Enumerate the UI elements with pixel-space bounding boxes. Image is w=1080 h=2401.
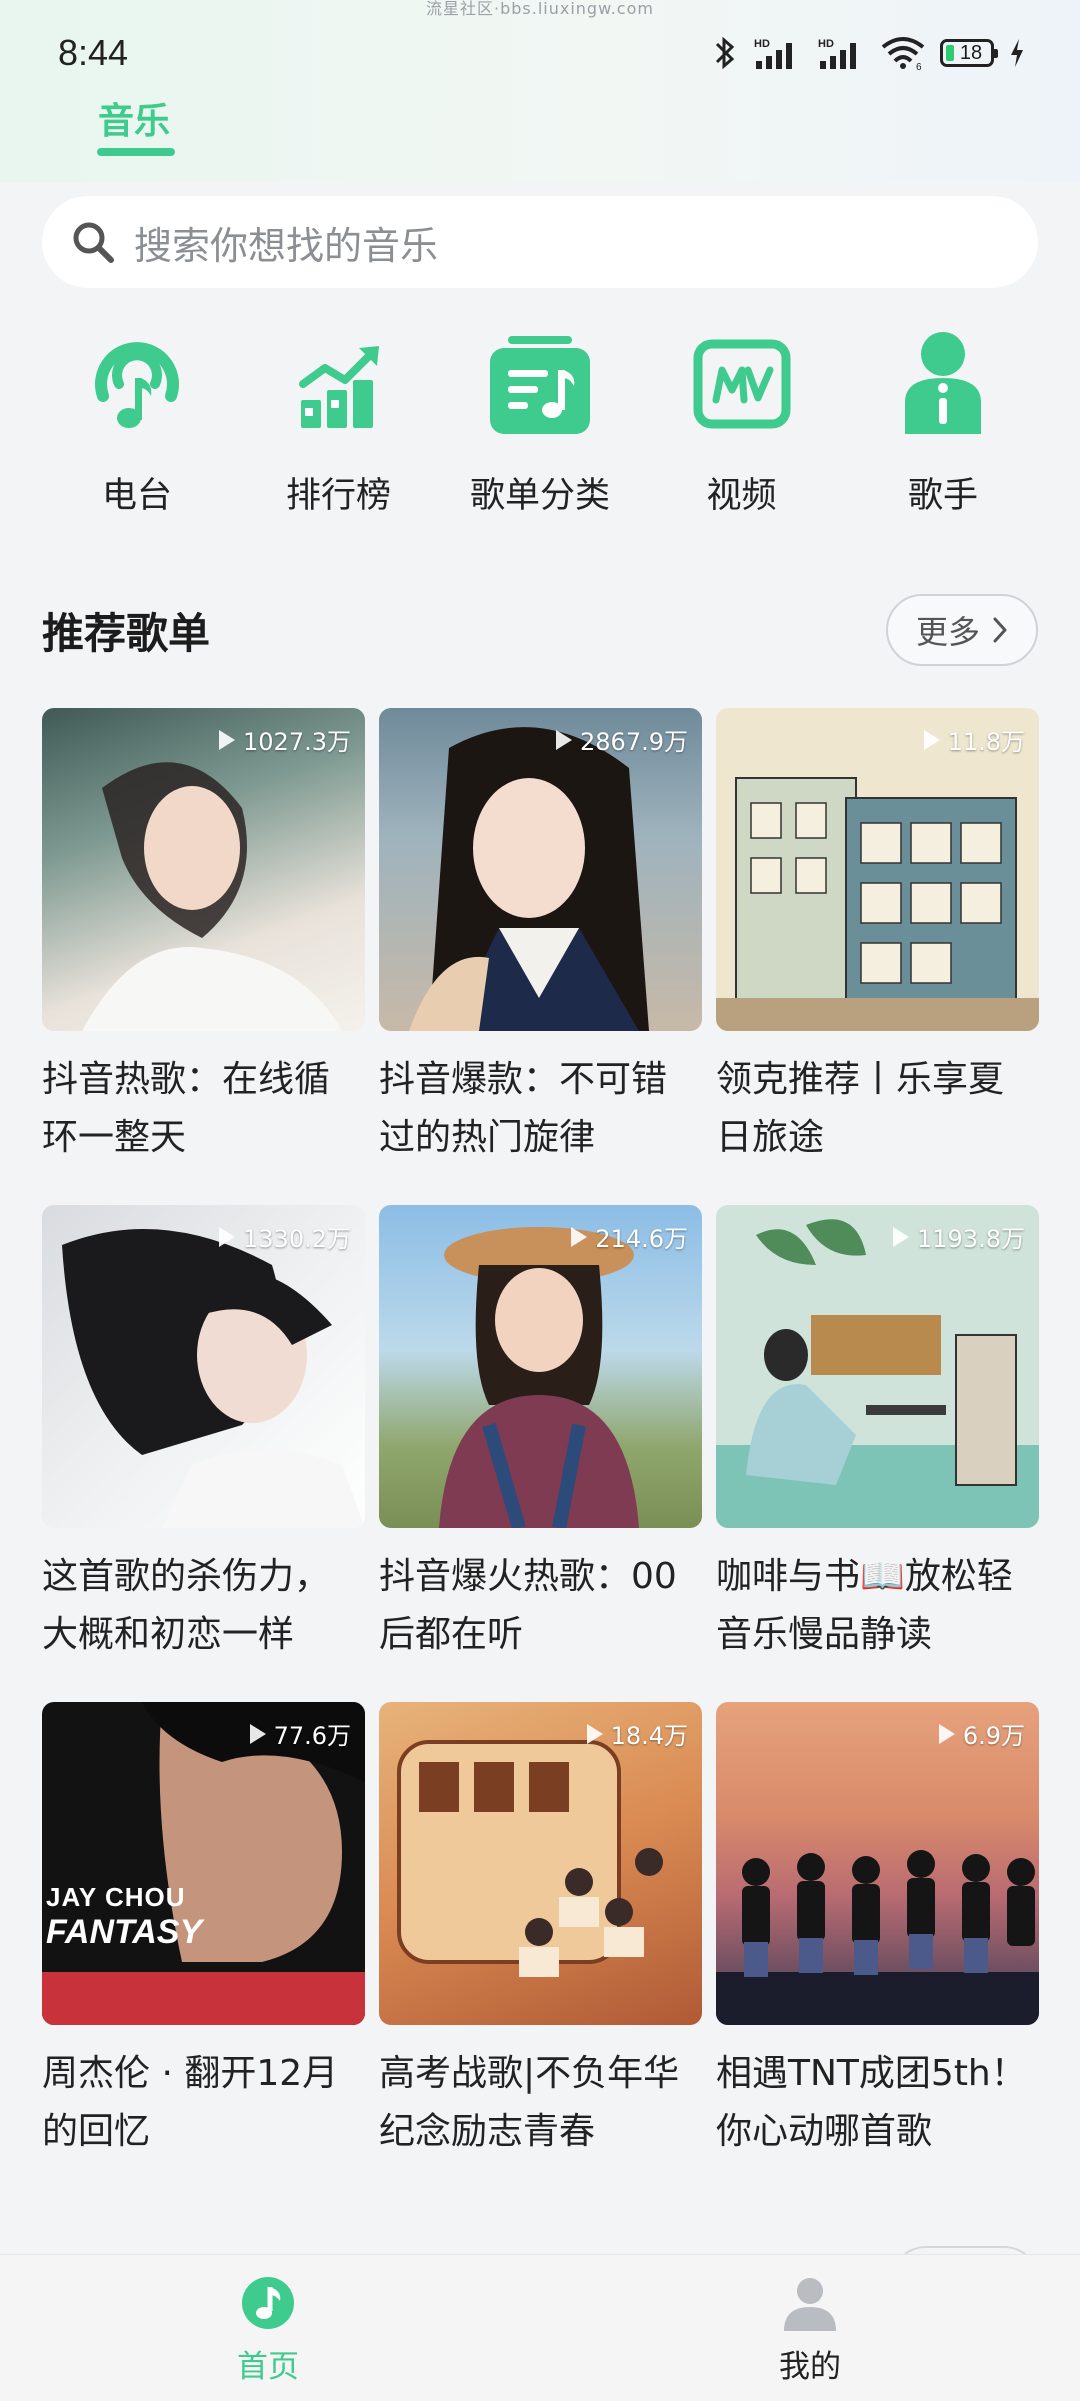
playlist-card[interactable]: 2867.9万 抖音爆款：不可错过的热门旋律 bbox=[379, 708, 702, 1167]
play-count: 2867.9万 bbox=[556, 722, 688, 757]
tab-indicator bbox=[97, 148, 175, 156]
playlist-cover: 1330.2万 bbox=[42, 1205, 365, 1528]
playlist-title: 抖音爆火热歌：00后都在听 bbox=[379, 1556, 677, 1655]
play-count: 1193.8万 bbox=[893, 1219, 1025, 1254]
nav-mine[interactable]: 我的 bbox=[710, 2275, 910, 2386]
chart-icon bbox=[283, 328, 395, 439]
category-radio[interactable]: 电台 bbox=[42, 318, 232, 518]
play-icon bbox=[219, 729, 236, 750]
playlist-card[interactable]: 1193.8万 咖啡与书📖放松轻音乐慢品静读 bbox=[716, 1205, 1039, 1664]
nav-label: 我的 bbox=[779, 2349, 841, 2385]
battery-icon: 18 bbox=[940, 39, 998, 67]
category-video[interactable]: 视频 bbox=[647, 318, 837, 518]
play-count: 11.8万 bbox=[923, 722, 1025, 757]
playlist-cover: 11.8万 bbox=[716, 708, 1039, 1031]
cover-album: FANTASY bbox=[46, 1913, 203, 1951]
playlist-card[interactable]: 1027.3万 抖音热歌：在线循环一整天 bbox=[42, 708, 365, 1167]
category-row: 电台 排行榜 歌单分类 视频 歌手 bbox=[42, 318, 1038, 518]
playlist-title: 咖啡与书📖放松轻音乐慢品静读 bbox=[716, 1556, 1013, 1655]
charging-icon bbox=[1011, 39, 1023, 67]
more-label: 更多 bbox=[915, 613, 980, 651]
singer-icon bbox=[887, 328, 999, 439]
playlist-card[interactable]: JAY CHOU FANTASY 77.6万 周杰伦 · 翻开12月的回忆 bbox=[42, 1702, 365, 2161]
tab-music[interactable]: 音乐 bbox=[98, 92, 170, 144]
radio-icon bbox=[81, 328, 193, 439]
playlist-cover: 1027.3万 bbox=[42, 708, 365, 1031]
playlist-cover: 6.9万 bbox=[716, 1702, 1039, 2025]
nav-home[interactable]: 首页 bbox=[168, 2275, 368, 2386]
battery-level: 18 bbox=[959, 41, 983, 64]
playlist-icon bbox=[484, 328, 596, 439]
play-count: 1027.3万 bbox=[219, 722, 351, 757]
play-icon bbox=[571, 1226, 588, 1247]
play-count: 6.9万 bbox=[938, 1716, 1025, 1751]
playlist-card[interactable]: 18.4万 高考战歌|不负年华纪念励志青春 bbox=[379, 1702, 702, 2161]
playlist-card[interactable]: 6.9万 相遇TNT成团5th！你心动哪首歌 bbox=[716, 1702, 1039, 2161]
nav-label: 首页 bbox=[237, 2349, 299, 2385]
more-button[interactable]: 更多 bbox=[886, 594, 1038, 666]
category-label: 排行榜 bbox=[285, 476, 391, 516]
play-icon bbox=[249, 1723, 266, 1744]
status-time: 8:44 bbox=[58, 32, 129, 73]
play-icon bbox=[923, 729, 940, 750]
status-icons: HD HD 6 18 bbox=[712, 30, 1026, 76]
svg-text:HD: HD bbox=[818, 38, 834, 50]
category-label: 歌单分类 bbox=[469, 476, 610, 516]
play-count: 214.6万 bbox=[571, 1219, 688, 1254]
category-singer[interactable]: 歌手 bbox=[848, 318, 1038, 518]
category-label: 电台 bbox=[101, 476, 172, 516]
svg-text:6: 6 bbox=[916, 62, 922, 71]
chevron-right-icon bbox=[993, 617, 1007, 643]
play-count: 77.6万 bbox=[249, 1716, 351, 1751]
playlist-card[interactable]: 214.6万 抖音爆火热歌：00后都在听 bbox=[379, 1205, 702, 1664]
search-input[interactable]: 搜索你想找的音乐 bbox=[42, 196, 1038, 288]
search-placeholder: 搜索你想找的音乐 bbox=[134, 223, 439, 268]
category-playlist[interactable]: 歌单分类 bbox=[445, 318, 635, 518]
bottom-nav: 首页 我的 bbox=[0, 2254, 1080, 2401]
section-title: 推荐歌单 bbox=[42, 609, 211, 658]
playlist-title: 高考战歌|不负年华纪念励志青春 bbox=[379, 2053, 680, 2152]
playlist-title: 领克推荐丨乐享夏日旅途 bbox=[716, 1059, 1005, 1158]
mv-icon bbox=[686, 328, 798, 439]
profile-icon bbox=[784, 2278, 836, 2331]
album-cover-lettering: JAY CHOU FANTASY bbox=[42, 1882, 365, 1952]
category-chart[interactable]: 排行榜 bbox=[244, 318, 434, 518]
playlist-title: 抖音爆款：不可错过的热门旋律 bbox=[379, 1059, 668, 1158]
search-icon bbox=[73, 222, 114, 263]
playlist-cover: 1193.8万 bbox=[716, 1205, 1039, 1528]
playlist-card[interactable]: 1330.2万 这首歌的杀伤力，大概和初恋一样 bbox=[42, 1205, 365, 1664]
home-music-icon bbox=[242, 2277, 294, 2329]
bluetooth-icon bbox=[715, 36, 735, 70]
watermark: 流星社区·bbs.liuxingw.com bbox=[426, 0, 654, 18]
playlist-cover: JAY CHOU FANTASY 77.6万 bbox=[42, 1702, 365, 2025]
play-count: 18.4万 bbox=[586, 1716, 688, 1751]
hd-signal-icon: HD bbox=[754, 38, 792, 69]
play-icon bbox=[219, 1226, 236, 1247]
play-icon bbox=[893, 1226, 910, 1247]
playlist-card[interactable]: 11.8万 领克推荐丨乐享夏日旅途 bbox=[716, 708, 1039, 1167]
category-label: 歌手 bbox=[907, 476, 978, 516]
playlist-title: 抖音热歌：在线循环一整天 bbox=[42, 1059, 331, 1158]
cover-artist: JAY CHOU bbox=[46, 1882, 186, 1912]
playlist-cover: 214.6万 bbox=[379, 1205, 702, 1528]
playlist-title: 这首歌的杀伤力，大概和初恋一样 bbox=[42, 1556, 331, 1655]
playlist-title: 周杰伦 · 翻开12月的回忆 bbox=[42, 2053, 339, 2152]
play-icon bbox=[586, 1723, 603, 1744]
play-count: 1330.2万 bbox=[219, 1219, 351, 1254]
svg-text:HD: HD bbox=[754, 38, 770, 50]
hd-signal-icon: HD bbox=[818, 38, 856, 69]
playlist-title: 相遇TNT成团5th！你心动哪首歌 bbox=[716, 2053, 1027, 2152]
play-icon bbox=[938, 1723, 955, 1744]
playlist-cover: 2867.9万 bbox=[379, 708, 702, 1031]
category-label: 视频 bbox=[706, 476, 777, 516]
playlist-cover: 18.4万 bbox=[379, 1702, 702, 2025]
play-icon bbox=[556, 729, 573, 750]
wifi-icon: 6 bbox=[881, 37, 925, 71]
